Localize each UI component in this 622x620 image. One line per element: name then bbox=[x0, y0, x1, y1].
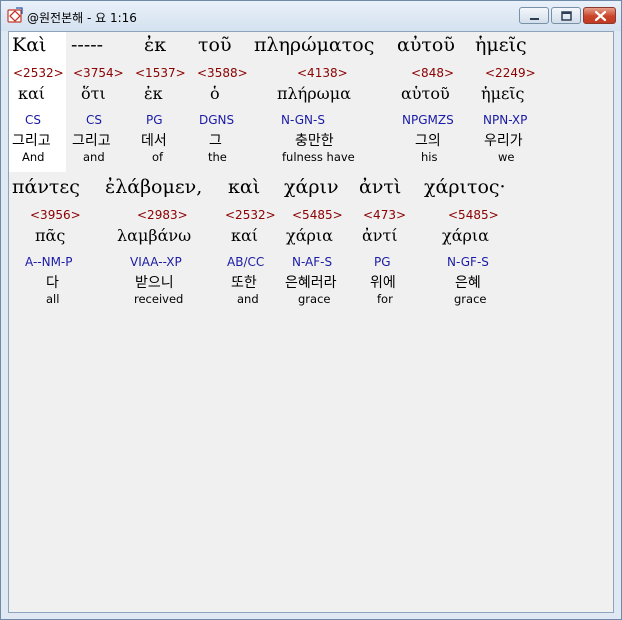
lemma: ὅτι bbox=[81, 84, 106, 103]
strong-number[interactable]: <5485> bbox=[292, 208, 343, 222]
english-gloss: And bbox=[22, 150, 45, 164]
lemma: λαμβάνω bbox=[117, 226, 192, 245]
english-gloss: and bbox=[237, 292, 259, 306]
english-gloss: grace bbox=[298, 292, 331, 306]
interlinear-view[interactable]: Καὶ <2532> καί CS 그리고 And ----- <3754> ὅ… bbox=[8, 31, 614, 613]
morph-code: AB/CC bbox=[227, 255, 265, 269]
strong-number[interactable]: <1537> bbox=[135, 66, 186, 80]
app-icon bbox=[7, 7, 23, 23]
korean-gloss: 다 bbox=[46, 275, 59, 291]
lemma: ἡμεῖς bbox=[481, 84, 525, 103]
strong-number[interactable]: <5485> bbox=[448, 208, 499, 222]
morph-code: DGNS bbox=[199, 113, 235, 127]
greek-word[interactable]: πάντες bbox=[12, 176, 80, 198]
morph-code: PG bbox=[146, 113, 163, 127]
greek-word[interactable]: ἀντὶ bbox=[359, 176, 401, 198]
korean-gloss: 위에 bbox=[370, 275, 396, 291]
maximize-button[interactable] bbox=[551, 7, 581, 24]
morph-code: CS bbox=[25, 113, 41, 127]
greek-word[interactable]: χάριν bbox=[284, 176, 339, 198]
lemma: καί bbox=[18, 84, 46, 103]
strong-number[interactable]: <2983> bbox=[137, 208, 188, 222]
greek-word[interactable]: Καὶ bbox=[12, 34, 46, 56]
morph-code: N-AF-S bbox=[292, 255, 333, 269]
english-gloss: we bbox=[498, 150, 515, 164]
english-gloss: all bbox=[46, 292, 60, 306]
strong-number[interactable]: <3754> bbox=[73, 66, 124, 80]
lemma: αὑτοῦ bbox=[401, 84, 450, 103]
lemma: ἀντί bbox=[362, 226, 398, 245]
english-gloss: fulness have bbox=[282, 150, 355, 164]
korean-gloss: 그의 bbox=[415, 133, 441, 149]
korean-gloss: 또한 bbox=[231, 275, 257, 291]
greek-word[interactable]: χάριτος· bbox=[424, 176, 506, 198]
korean-gloss: 그리고 bbox=[12, 133, 51, 149]
greek-word[interactable]: αὐτοῦ bbox=[397, 34, 455, 56]
greek-word[interactable]: καὶ bbox=[228, 176, 260, 198]
english-gloss: for bbox=[377, 292, 393, 306]
greek-word[interactable]: ----- bbox=[71, 34, 103, 56]
english-gloss: the bbox=[208, 150, 227, 164]
close-button[interactable] bbox=[583, 7, 616, 24]
english-gloss: of bbox=[152, 150, 164, 164]
greek-word[interactable]: τοῦ bbox=[198, 34, 232, 56]
strong-number[interactable]: <2532> bbox=[225, 208, 276, 222]
greek-word[interactable]: ἡμεῖς bbox=[475, 34, 527, 56]
morph-code: N-GN-S bbox=[281, 113, 325, 127]
korean-gloss: 은혜러라 bbox=[285, 275, 337, 291]
app-window: @원전본해 - 요 1:16 Καὶ <2532> καί CS 그리고 And… bbox=[0, 0, 622, 620]
morph-code: N-GF-S bbox=[447, 255, 489, 269]
lemma: καί bbox=[231, 226, 259, 245]
korean-gloss: 은혜 bbox=[455, 275, 481, 291]
greek-word[interactable]: ἐλάβομεν, bbox=[105, 176, 202, 198]
korean-gloss: 그리고 bbox=[72, 133, 111, 149]
lemma: χάρια bbox=[442, 226, 489, 245]
morph-code: NPN-XP bbox=[483, 113, 528, 127]
maximize-icon bbox=[561, 11, 572, 21]
close-icon bbox=[594, 10, 607, 22]
korean-gloss: 우리가 bbox=[484, 133, 523, 149]
strong-number[interactable]: <3588> bbox=[197, 66, 248, 80]
window-title: @원전본해 - 요 1:16 bbox=[27, 11, 137, 25]
morph-code: VIAA--XP bbox=[130, 255, 182, 269]
lemma: πᾶς bbox=[35, 226, 66, 245]
strong-number[interactable]: <848> bbox=[411, 66, 454, 80]
lemma: πλήρωμα bbox=[277, 84, 351, 103]
korean-gloss: 충만한 bbox=[295, 133, 334, 149]
strong-number[interactable]: <3956> bbox=[30, 208, 81, 222]
english-gloss: received bbox=[134, 292, 184, 306]
strong-number[interactable]: <2249> bbox=[485, 66, 536, 80]
lemma: χάρια bbox=[286, 226, 333, 245]
morph-code: NPGMZS bbox=[402, 113, 454, 127]
korean-gloss: 받으니 bbox=[135, 275, 174, 291]
morph-code: PG bbox=[374, 255, 391, 269]
english-gloss: and bbox=[83, 150, 105, 164]
korean-gloss: 데서 bbox=[141, 133, 167, 149]
morph-code: CS bbox=[86, 113, 102, 127]
morph-code: A--NM-P bbox=[25, 255, 73, 269]
minimize-icon bbox=[530, 18, 539, 20]
strong-number[interactable]: <2532> bbox=[13, 66, 64, 80]
korean-gloss: 그 bbox=[209, 133, 222, 149]
strong-number[interactable]: <473> bbox=[363, 208, 406, 222]
lemma: ὁ bbox=[210, 84, 220, 103]
lemma: ἐκ bbox=[144, 84, 163, 103]
english-gloss: grace bbox=[454, 292, 487, 306]
title-bar[interactable]: @원전본해 - 요 1:16 bbox=[1, 1, 621, 31]
greek-word[interactable]: πληρώματος bbox=[254, 34, 374, 56]
english-gloss: his bbox=[421, 150, 438, 164]
greek-word[interactable]: ἐκ bbox=[144, 34, 166, 56]
strong-number[interactable]: <4138> bbox=[297, 66, 348, 80]
minimize-button[interactable] bbox=[519, 7, 549, 24]
